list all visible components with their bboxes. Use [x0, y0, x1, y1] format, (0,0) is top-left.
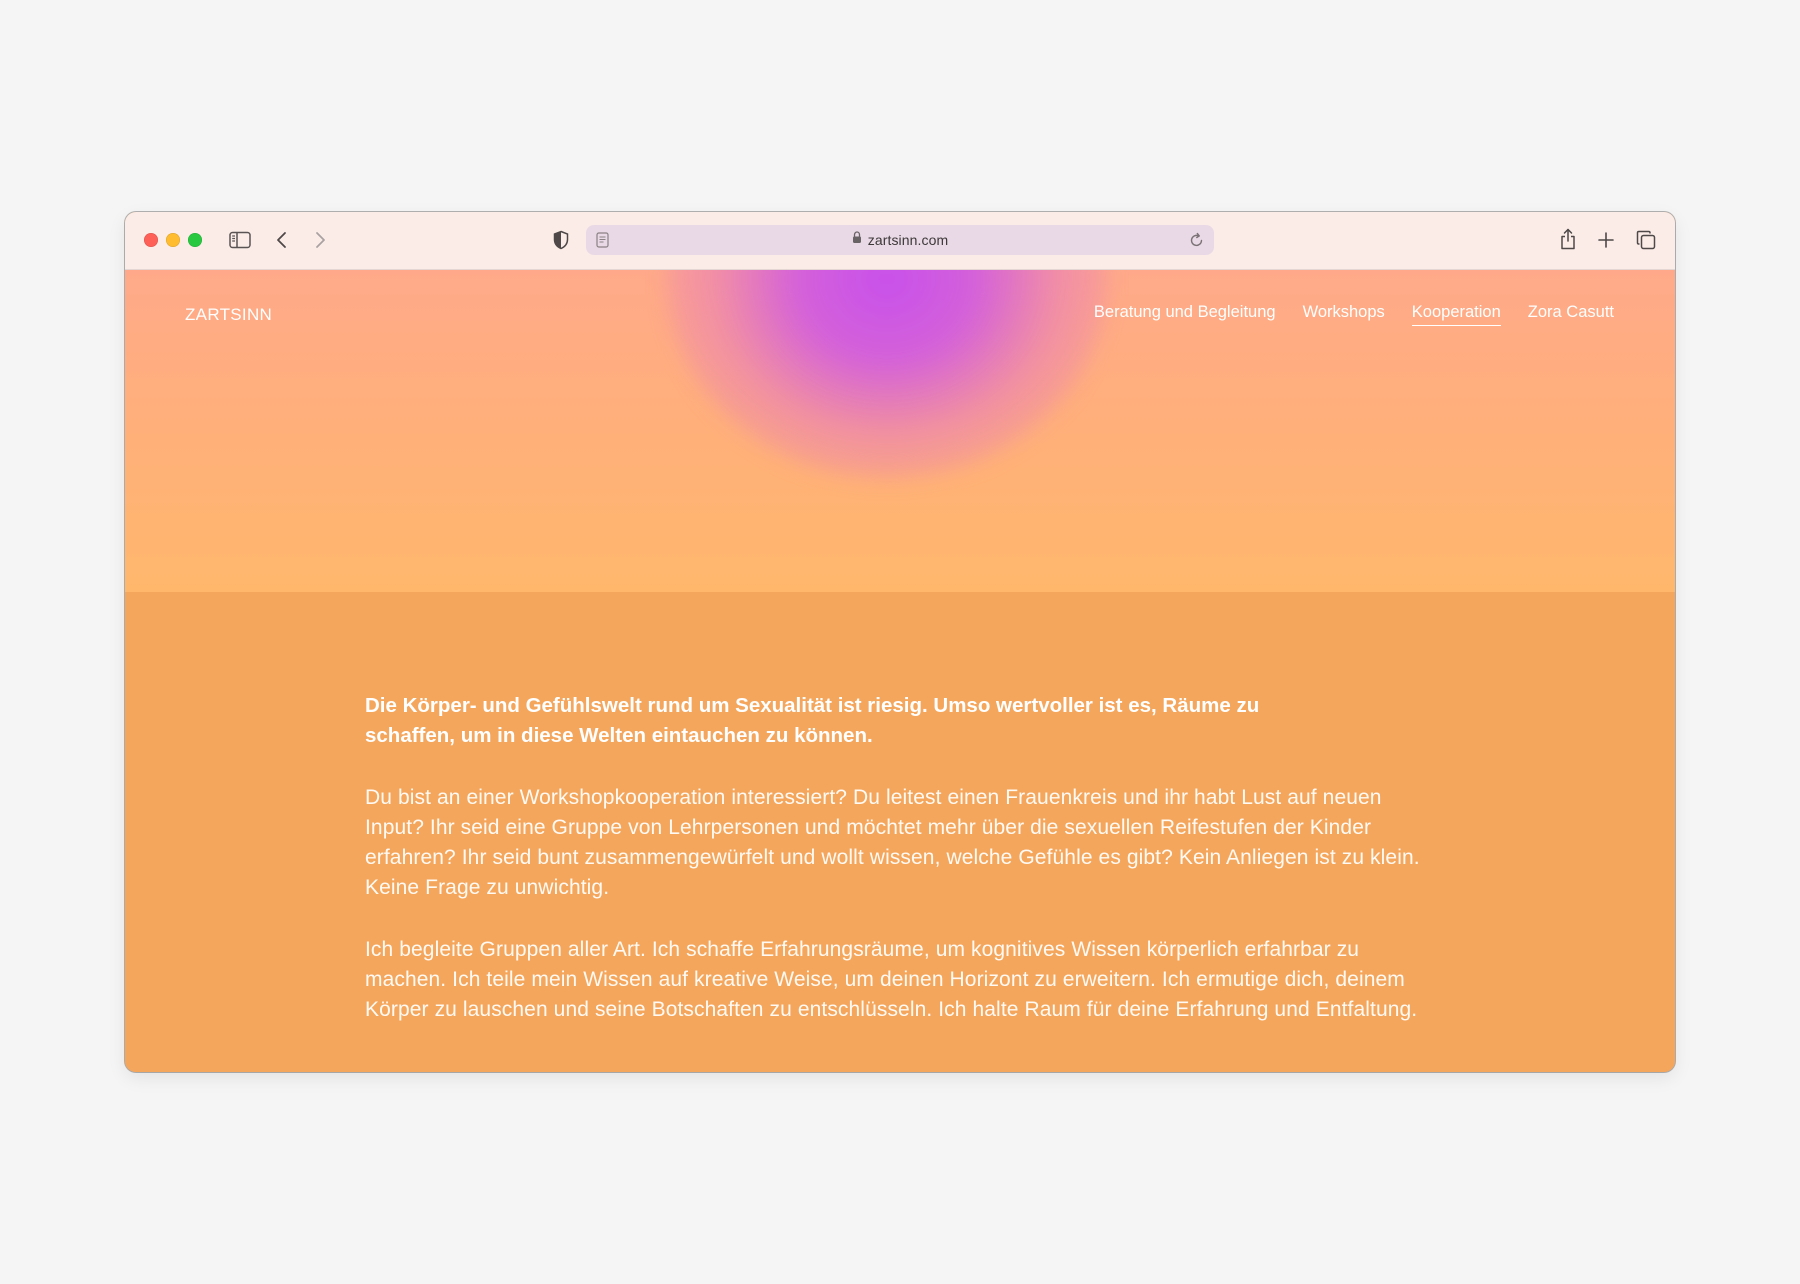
zoom-window-button[interactable] — [188, 233, 202, 247]
main-nav: Beratung und Begleitung Workshops Kooper… — [1094, 303, 1614, 326]
nav-item-workshops[interactable]: Workshops — [1303, 303, 1385, 326]
nav-item-kooperation[interactable]: Kooperation — [1411, 303, 1501, 326]
address-bar[interactable]: zartsinn.com — [586, 225, 1214, 255]
purple-glow — [667, 269, 1107, 479]
url-display: zartsinn.com — [586, 225, 1214, 255]
nav-item-beratung[interactable]: Beratung und Begleitung — [1094, 303, 1276, 326]
paragraph-2: Ich begleite Gruppen aller Art. Ich scha… — [365, 938, 1418, 1021]
hero-section: ZARTSINN Beratung und Begleitung Worksho… — [125, 269, 1675, 592]
reload-icon[interactable] — [1189, 232, 1204, 253]
page-viewport: ZARTSINN Beratung und Begleitung Worksho… — [125, 269, 1675, 1072]
tabs-overview-icon[interactable] — [1636, 230, 1656, 250]
shield-icon[interactable] — [553, 230, 569, 250]
main-content: Die Körper- und Gefühlswelt rund um Sexu… — [365, 691, 1445, 1057]
nav-item-zora-casutt[interactable]: Zora Casutt — [1528, 303, 1614, 326]
share-icon[interactable] — [1559, 228, 1577, 250]
site-logo[interactable]: ZARTSINN — [185, 305, 272, 325]
paragraph-1: Du bist an einer Workshopkooperation int… — [365, 786, 1420, 899]
lock-icon — [852, 231, 862, 249]
chevron-right-icon[interactable] — [314, 231, 326, 249]
url-text: zartsinn.com — [867, 232, 949, 248]
plus-icon[interactable] — [1598, 232, 1614, 248]
minimize-window-button[interactable] — [166, 233, 180, 247]
lead-text: Die Körper- und Gefühlswelt rund um Sexu… — [365, 694, 1260, 747]
sidebar-icon[interactable] — [229, 231, 251, 249]
browser-window: zartsinn.com ZARTSINN Beratung und Begle… — [125, 212, 1675, 1072]
close-window-button[interactable] — [144, 233, 158, 247]
chevron-left-icon[interactable] — [276, 231, 288, 249]
browser-toolbar: zartsinn.com — [125, 212, 1675, 270]
